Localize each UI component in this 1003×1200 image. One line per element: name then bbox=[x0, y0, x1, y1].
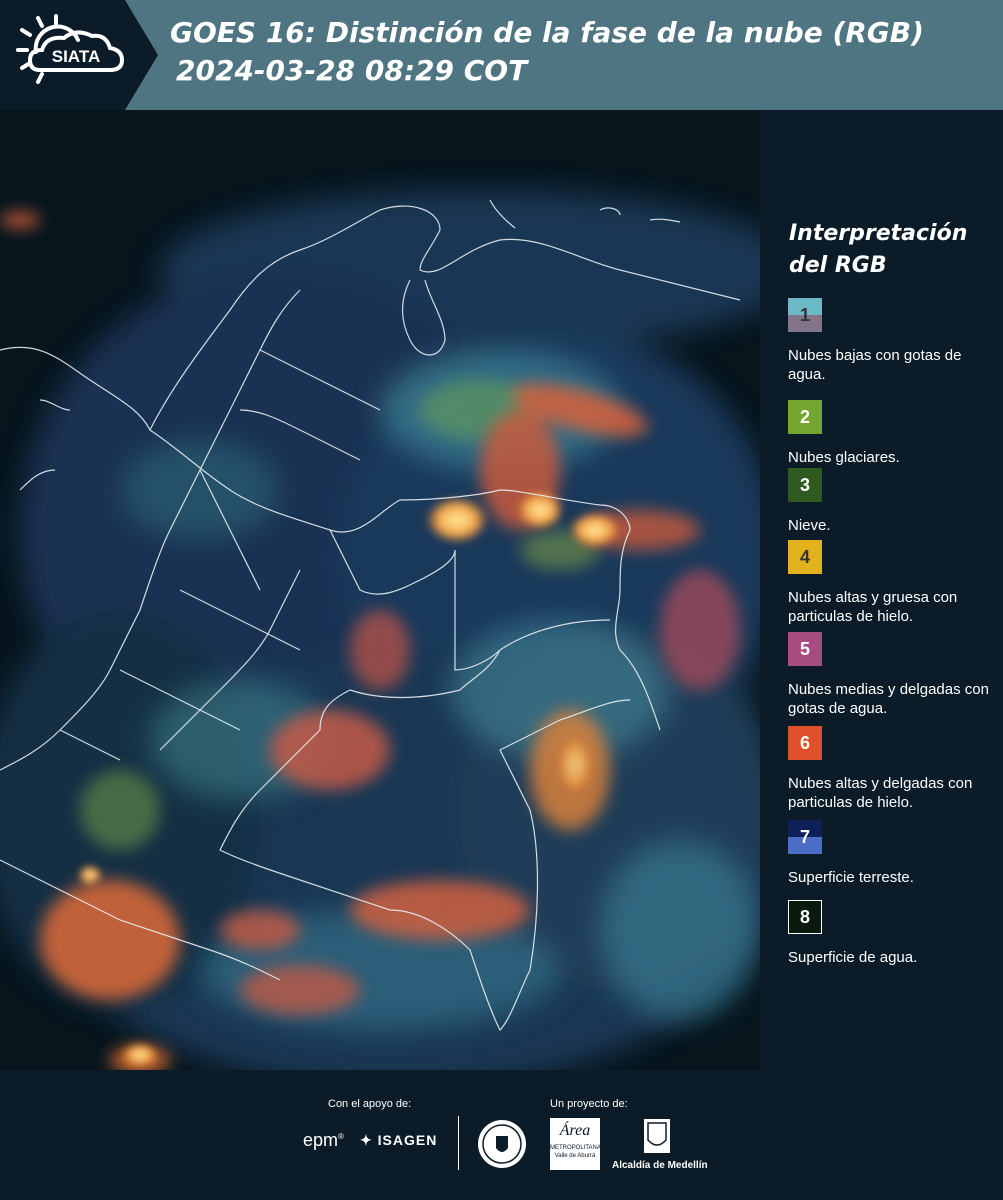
legend-title: Interpretación del RGB bbox=[789, 218, 989, 282]
satellite-map-svg bbox=[0, 110, 760, 1070]
header-bar: SIATA GOES 16: Distinción de la fase de … bbox=[0, 0, 1003, 110]
legend-number: 8 bbox=[799, 906, 810, 927]
legend-label: Nieve. bbox=[788, 517, 831, 534]
isagen-logo: ✦ ISAGEN bbox=[360, 1132, 437, 1149]
legend-number: 2 bbox=[799, 406, 810, 427]
legend-swatch: 6 bbox=[788, 726, 822, 760]
legend-swatch: 3 bbox=[788, 468, 822, 502]
legend-item: 6 Nubes altas y delgadas con particulas d… bbox=[788, 726, 998, 812]
legend-panel: Interpretación del RGB 1 Nubes bajas con … bbox=[760, 110, 1003, 1070]
legend-item: 7 Superficie terreste. bbox=[788, 820, 998, 887]
page-title: GOES 16: Distinción de la fase de la nub… bbox=[170, 14, 924, 90]
legend-item: 4 Nubes altas y gruesa con particulas de … bbox=[788, 540, 998, 626]
legend-title-line-1: Interpretación bbox=[789, 221, 968, 246]
legend-item: 2 Nubes glaciares. bbox=[788, 400, 998, 467]
area-logo-sub: METROPOLITANA bbox=[550, 1145, 601, 1151]
title-line-2: 2024-03-28 08:29 COT bbox=[176, 54, 528, 87]
support-label: Con el apoyo de: bbox=[328, 1098, 412, 1110]
legend-item: 5 Nubes medias y delgadas con gotas de ag… bbox=[788, 632, 998, 718]
isagen-logo-text: ISAGEN bbox=[377, 1132, 438, 1148]
legend-swatch: 8 bbox=[788, 900, 822, 934]
legend-number: 4 bbox=[799, 546, 810, 567]
epm-logo: epm® bbox=[303, 1130, 344, 1150]
epm-logo-text: epm bbox=[303, 1130, 339, 1150]
legend-label: Nubes medias y delgadas con gotas de agu… bbox=[788, 681, 989, 717]
legend-item: 3 Nieve. bbox=[788, 468, 998, 535]
legend-number: 7 bbox=[799, 826, 810, 847]
legend-label: Nubes bajas con gotas de agua. bbox=[788, 347, 962, 383]
legend-number: 6 bbox=[799, 732, 810, 753]
logo-panel: SIATA bbox=[0, 0, 158, 110]
legend-label: Nubes altas y gruesa con particulas de h… bbox=[788, 589, 958, 625]
legend-swatch: 1 bbox=[788, 298, 822, 332]
legend-label: Superficie de agua. bbox=[788, 949, 918, 966]
area-metropolitana-logo: Área METROPOLITANA Valle de Aburrá bbox=[550, 1118, 601, 1170]
legend-swatch: 7 bbox=[788, 820, 822, 854]
area-logo-sub2: Valle de Aburrá bbox=[554, 1153, 596, 1159]
alcaldia-label: Alcaldía de Medellín bbox=[612, 1160, 708, 1171]
isagen-star-icon: ✦ bbox=[360, 1132, 373, 1148]
legend-label: Superficie terreste. bbox=[788, 869, 914, 886]
legend-number: 1 bbox=[799, 304, 810, 325]
legend-item: 1 Nubes bajas con gotas de agua. bbox=[788, 298, 998, 384]
legend-label: Nubes altas y delgadas con particulas de… bbox=[788, 775, 973, 811]
area-logo-text: Área bbox=[559, 1122, 591, 1139]
legend-swatch: 2 bbox=[788, 400, 822, 434]
legend-number: 3 bbox=[799, 474, 810, 495]
legend-number: 5 bbox=[799, 638, 810, 659]
legend-title-line-2: del RGB bbox=[789, 253, 887, 278]
title-line-1: GOES 16: Distinción de la fase de la nub… bbox=[170, 16, 924, 49]
legend-swatch: 5 bbox=[788, 632, 822, 666]
satellite-image bbox=[0, 110, 760, 1070]
project-label: Un proyecto de: bbox=[550, 1098, 628, 1110]
legend-label: Nubes glaciares. bbox=[788, 449, 900, 466]
seal-logo-icon bbox=[478, 1120, 526, 1168]
footer-divider bbox=[458, 1116, 459, 1170]
logo-text: SIATA bbox=[52, 47, 100, 66]
footer: Con el apoyo de: Un proyecto de: epm® ✦ … bbox=[0, 1070, 1003, 1200]
alcaldia-shield-icon bbox=[644, 1119, 670, 1153]
legend-swatch: 4 bbox=[788, 540, 822, 574]
legend-item: 8 Superficie de agua. bbox=[788, 900, 998, 967]
